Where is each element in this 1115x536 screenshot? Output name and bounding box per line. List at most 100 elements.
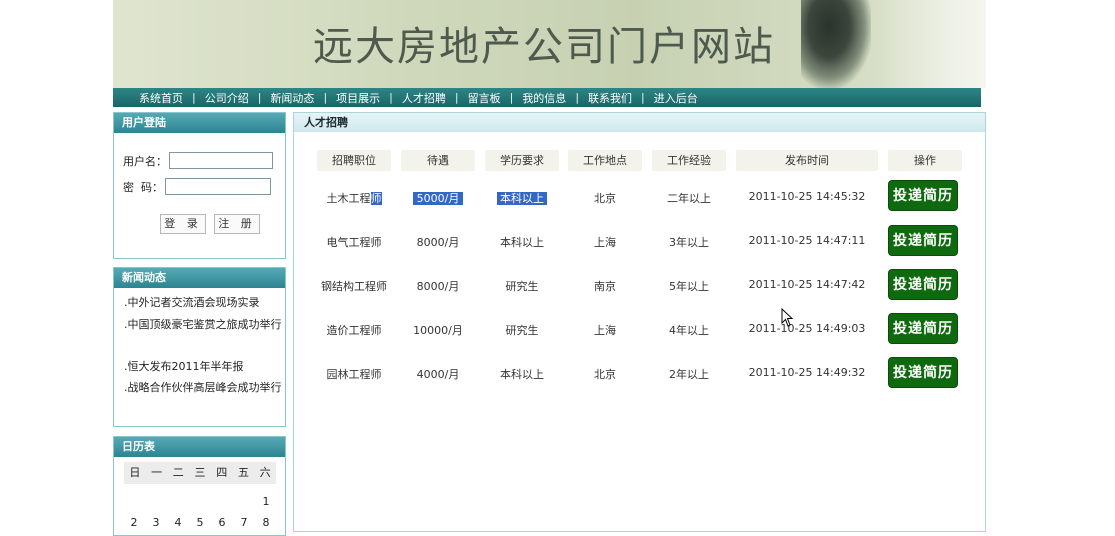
calendar-panel-title: 日历表: [114, 437, 285, 457]
cell-position: 园林工程师: [326, 368, 382, 381]
careers-panel-title: 人才招聘: [294, 113, 985, 132]
selected-text: 本科以上: [497, 192, 547, 205]
calendar-day[interactable]: 1: [256, 495, 276, 508]
cell-location: 北京: [594, 368, 616, 381]
apply-resume-button[interactable]: 投递简历: [888, 180, 958, 211]
calendar-day[interactable]: 4: [168, 516, 188, 529]
login-panel: 用户登陆 用户名： 密 码： 登 录 注 册: [113, 112, 286, 259]
cell-date: 2011-10-25 14:47:42: [748, 278, 866, 291]
cell-location: 上海: [594, 236, 616, 249]
nav-separator: |: [454, 91, 459, 104]
careers-panel: 人才招聘 招聘职位 待遇 学历要求 工作地点 工作经验 发布时间 操作 土木工程…: [293, 112, 986, 532]
nav-separator: |: [641, 91, 645, 104]
cell-position: 土木工程师: [317, 190, 391, 206]
site-container: 远大房地产公司门户网站 系统首页 | 公司介绍 | 新闻动态 | 项目展示 | …: [113, 0, 986, 536]
username-input[interactable]: [169, 152, 273, 169]
nav-admin[interactable]: 进入后台: [654, 90, 698, 106]
news-panel: 新闻动态 .中外记者交流酒会现场实录 .中国顶级豪宅鉴赏之旅成功举行 .恒大发布…: [113, 267, 286, 427]
weekday: 五: [237, 466, 249, 479]
cell-education: 研究生: [505, 324, 539, 337]
header-location: 工作地点: [568, 150, 642, 171]
password-label: 密 码：: [123, 180, 163, 194]
nav-news[interactable]: 新闻动态: [270, 90, 314, 106]
calendar-day[interactable]: 3: [146, 516, 166, 529]
news-item[interactable]: .恒大发布2011年半年报: [124, 356, 284, 377]
username-row: 用户名：: [123, 152, 273, 169]
apply-resume-button[interactable]: 投递简历: [888, 269, 958, 300]
nav-home[interactable]: 系统首页: [139, 90, 183, 106]
cell-education: 本科以上: [485, 190, 559, 206]
cell-position: 电气工程师: [326, 236, 382, 249]
header-salary: 待遇: [401, 150, 475, 171]
header-date: 发布时间: [736, 150, 878, 171]
nav-separator: |: [509, 91, 514, 104]
banner-fade: [873, 0, 986, 88]
header-education: 学历要求: [485, 150, 559, 171]
cell-salary: 5000/月: [401, 190, 475, 206]
cell-position: 钢结构工程师: [321, 280, 387, 293]
nav-my-info[interactable]: 我的信息: [522, 90, 566, 106]
nav-careers[interactable]: 人才招聘: [402, 90, 446, 106]
nav-projects[interactable]: 项目展示: [336, 90, 380, 106]
site-title: 远大房地产公司门户网站: [313, 24, 775, 70]
news-item[interactable]: .中国顶级豪宅鉴赏之旅成功举行: [124, 314, 284, 335]
position-text: 土木工程: [326, 192, 371, 205]
mouse-cursor-icon: [781, 308, 794, 327]
password-row: 密 码：: [123, 178, 271, 195]
cell-location: 上海: [594, 324, 616, 337]
header-position: 招聘职位: [317, 150, 391, 171]
header-action: 操作: [888, 150, 962, 171]
cell-date: 2011-10-25 14:49:03: [748, 322, 866, 335]
weekday: 四: [216, 466, 228, 479]
cell-experience: 3年以上: [669, 236, 709, 249]
nav-guestbook[interactable]: 留言板: [468, 90, 501, 106]
username-label: 用户名：: [123, 154, 167, 168]
calendar-day[interactable]: 6: [212, 516, 232, 529]
header-experience: 工作经验: [652, 150, 726, 171]
calendar-day[interactable]: 8: [256, 516, 276, 529]
site-banner: 远大房地产公司门户网站: [113, 0, 986, 88]
cell-education: 本科以上: [500, 368, 544, 381]
cell-experience: 5年以上: [669, 280, 709, 293]
cell-date: 2011-10-25 14:45:32: [748, 190, 866, 203]
password-input[interactable]: [165, 178, 271, 195]
weekday: 二: [172, 466, 184, 479]
cell-experience: 4年以上: [669, 324, 709, 337]
weekday: 六: [259, 466, 271, 479]
banner-figure-image: [801, 0, 871, 88]
cell-salary: 8000/月: [416, 236, 460, 249]
nav-contact[interactable]: 联系我们: [588, 90, 632, 106]
cell-location: 北京: [594, 192, 616, 205]
nav-separator: |: [323, 91, 328, 104]
news-panel-title: 新闻动态: [114, 268, 285, 288]
register-button[interactable]: 注 册: [214, 214, 260, 234]
weekday: 日: [129, 466, 141, 479]
apply-resume-button[interactable]: 投递简历: [888, 357, 958, 388]
cell-salary: 10000/月: [413, 324, 463, 337]
login-button[interactable]: 登 录: [160, 214, 206, 234]
cell-position: 造价工程师: [326, 324, 382, 337]
selected-text: 师: [370, 192, 382, 205]
cell-education: 研究生: [505, 280, 539, 293]
login-panel-title: 用户登陆: [114, 113, 285, 133]
apply-resume-button[interactable]: 投递简历: [888, 225, 958, 256]
calendar-day[interactable]: 7: [234, 516, 254, 529]
nav-separator: |: [575, 91, 580, 104]
nav-about[interactable]: 公司介绍: [205, 90, 249, 106]
cell-salary: 8000/月: [416, 280, 460, 293]
news-item[interactable]: .中外记者交流酒会现场实录: [124, 292, 284, 313]
selected-text: 5000/月: [412, 192, 464, 205]
calendar-day[interactable]: 5: [190, 516, 210, 529]
cell-date: 2011-10-25 14:47:11: [748, 234, 866, 247]
calendar-weekday-row: 日 一 二 三 四 五 六: [124, 462, 276, 484]
cell-experience: 2年以上: [669, 368, 709, 381]
cell-date: 2011-10-25 14:49:32: [748, 366, 866, 379]
apply-resume-button[interactable]: 投递简历: [888, 313, 958, 344]
calendar-day[interactable]: 2: [124, 516, 144, 529]
nav-separator: |: [192, 91, 196, 104]
cell-experience: 二年以上: [667, 192, 711, 205]
cell-salary: 4000/月: [416, 368, 460, 381]
calendar-panel: 日历表 日 一 二 三 四 五 六 1 2 3 4 5 6 7 8: [113, 436, 286, 536]
cell-location: 南京: [594, 280, 616, 293]
news-item[interactable]: .战略合作伙伴高层峰会成功举行: [124, 377, 284, 398]
